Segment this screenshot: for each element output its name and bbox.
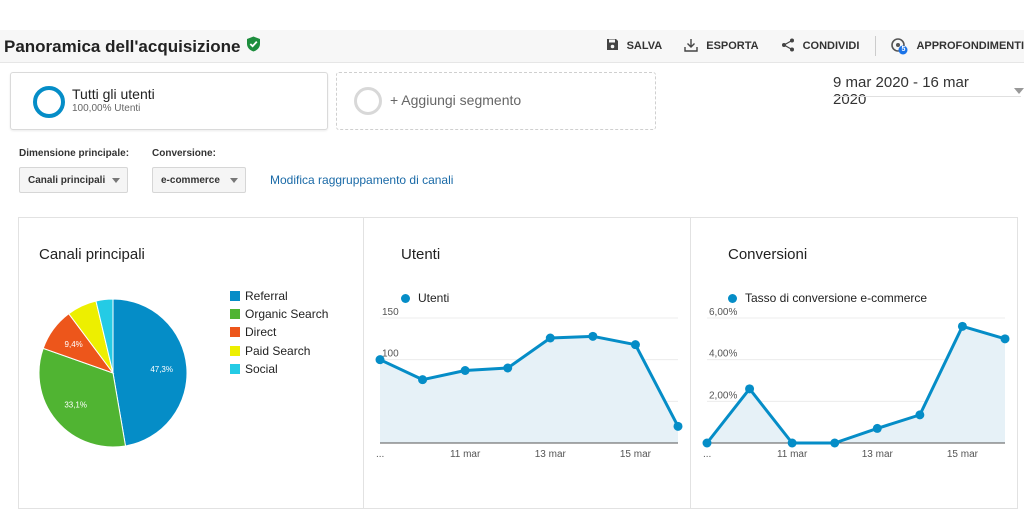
- channels-pie-chart: 47,3% 33,1% 9,4%: [38, 298, 188, 448]
- chevron-down-icon: [1014, 88, 1024, 94]
- data-point[interactable]: [1000, 334, 1010, 344]
- data-point[interactable]: [957, 321, 967, 331]
- users-area-chart: 15010050...11 mar13 mar15 mar: [375, 307, 683, 460]
- legend-swatch: [230, 327, 240, 337]
- report-title-group: Panoramica dell'acquisizione: [4, 36, 261, 57]
- segment-indicator-ring: [33, 86, 65, 118]
- segment-all-users-card[interactable]: Tutti gli utenti 100,00% Utenti: [10, 72, 328, 130]
- legend-item-referral[interactable]: Referral: [230, 289, 288, 303]
- data-point[interactable]: [702, 438, 712, 448]
- legend-label: Direct: [245, 325, 277, 339]
- chevron-down-icon: [112, 178, 120, 183]
- pie-slice-label: 47,3%: [150, 365, 173, 374]
- save-label: SALVA: [626, 40, 663, 52]
- x-tick-label: 13 mar: [535, 449, 567, 460]
- share-icon: [781, 38, 795, 55]
- share-button[interactable]: CONDIVIDI: [781, 38, 860, 55]
- date-range-label: 9 mar 2020 - 16 mar 2020: [833, 74, 969, 108]
- y-tick-label: 6,00%: [709, 307, 737, 318]
- legend-item-paid-search[interactable]: Paid Search: [230, 344, 310, 358]
- legend-swatch: [230, 291, 240, 301]
- y-tick-label: 100: [382, 349, 399, 360]
- legend-label: Organic Search: [245, 307, 329, 321]
- y-tick-label: 2,00%: [709, 390, 737, 401]
- overview-panels: Canali principali 47,3% 33,1% 9,4% Referra…: [18, 217, 1018, 509]
- segment-name: Tutti gli utenti: [72, 86, 155, 102]
- legend-label: Paid Search: [245, 344, 311, 358]
- data-point[interactable]: [588, 331, 598, 341]
- primary-dimension-dropdown[interactable]: Canali principali: [19, 167, 128, 193]
- save-button[interactable]: SALVA: [606, 38, 663, 54]
- conversion-dropdown[interactable]: e-commerce: [152, 167, 246, 193]
- add-segment-button[interactable]: + Aggiungi segmento: [336, 72, 656, 130]
- export-button[interactable]: ESPORTA: [684, 38, 759, 55]
- data-point[interactable]: [673, 421, 683, 431]
- add-segment-label: + Aggiungi segmento: [390, 92, 522, 108]
- insights-count-badge: 5: [901, 46, 906, 53]
- x-tick-label: 13 mar: [862, 449, 894, 460]
- data-point[interactable]: [872, 423, 882, 433]
- legend-swatch: [230, 346, 240, 356]
- page-title: Panoramica dell'acquisizione: [4, 36, 241, 56]
- legend-label: Social: [245, 362, 278, 376]
- data-point[interactable]: [830, 438, 840, 448]
- insights-icon: 5: [890, 37, 908, 55]
- toolbar-divider: [875, 36, 877, 56]
- verified-shield-icon: [246, 36, 261, 57]
- pie-slice-label: 33,1%: [64, 400, 87, 409]
- download-icon: [684, 38, 698, 55]
- x-tick-label: 15 mar: [620, 449, 652, 460]
- report-toolbar: SALVA ESPORTA CONDIVIDI 5 APPROFONDIMENT…: [584, 30, 1024, 62]
- report-header-bar: Panoramica dell'acquisizione SALVA ESPOR…: [0, 30, 1024, 63]
- pie-slice-label: 9,4%: [65, 340, 83, 349]
- data-point[interactable]: [460, 366, 470, 375]
- empty-segment-ring: [354, 87, 382, 115]
- legend-item-social[interactable]: Social: [230, 362, 278, 376]
- insights-label: APPROFONDIMENTI: [916, 40, 1024, 52]
- data-point[interactable]: [418, 375, 428, 385]
- x-tick-label: 11 mar: [450, 449, 481, 460]
- data-point[interactable]: [787, 438, 797, 448]
- legend-item-organic-search[interactable]: Organic Search: [230, 307, 328, 321]
- series-area: [707, 326, 1005, 443]
- y-tick-label: 150: [382, 307, 399, 318]
- segment-share: 100,00% Utenti: [72, 103, 141, 114]
- data-point[interactable]: [915, 410, 925, 420]
- share-label: CONDIVIDI: [802, 40, 860, 52]
- data-point[interactable]: [630, 340, 640, 350]
- legend-swatch: [230, 309, 240, 319]
- data-point[interactable]: [375, 355, 385, 365]
- x-tick-label: 11 mar: [777, 449, 808, 460]
- export-label: ESPORTA: [706, 40, 759, 52]
- y-tick-label: 4,00%: [709, 349, 737, 360]
- insights-button[interactable]: 5 APPROFONDIMENTI: [890, 37, 1024, 55]
- legend-swatch: [230, 364, 240, 374]
- x-tick-label: ...: [703, 449, 711, 460]
- floppy-disk-icon: [606, 38, 619, 54]
- date-range-picker[interactable]: 9 mar 2020 - 16 mar 2020: [833, 74, 1024, 108]
- x-tick-label: 15 mar: [947, 449, 979, 460]
- legend-item-direct[interactable]: Direct: [230, 325, 276, 339]
- data-point[interactable]: [545, 333, 555, 343]
- conversion-label: Conversione:: [152, 148, 216, 159]
- modify-channel-grouping-link[interactable]: Modifica raggruppamento di canali: [270, 173, 453, 187]
- x-tick-label: ...: [376, 449, 384, 460]
- conversions-area-chart: 6,00% 4,00% 2,00%... 11 mar 13 mar 15 mar: [702, 307, 1010, 460]
- conversion-value: e-commerce: [161, 174, 220, 186]
- data-point[interactable]: [745, 384, 755, 394]
- data-point[interactable]: [503, 363, 513, 373]
- legend-label: Referral: [245, 289, 288, 303]
- date-range-underline: [833, 96, 1021, 97]
- primary-dimension-label: Dimensione principale:: [19, 148, 130, 159]
- chevron-down-icon: [230, 178, 238, 183]
- primary-dimension-value: Canali principali: [28, 174, 106, 186]
